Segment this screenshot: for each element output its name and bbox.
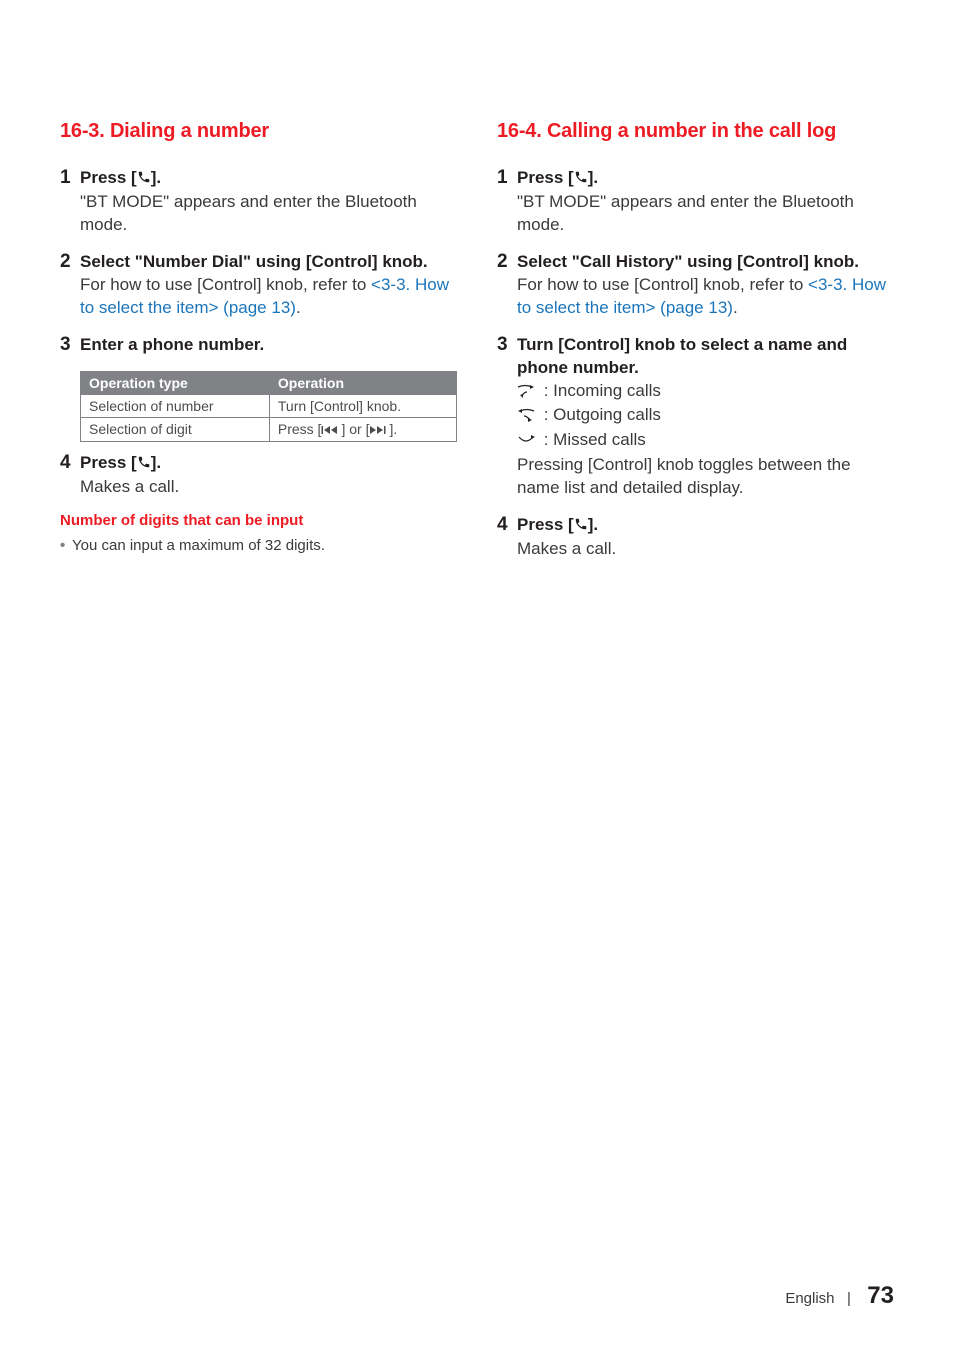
operation-table: Operation type Operation Selection of nu… (80, 371, 457, 442)
step-body: Press []. Makes a call. (80, 452, 457, 499)
step-normal-post: . (296, 298, 301, 317)
step-bold: Enter a phone number. (80, 335, 264, 354)
phone-icon (574, 168, 588, 191)
step-bold-pre: Press [ (517, 168, 574, 187)
step-bold-post: ]. (588, 515, 598, 534)
step-1-right: 1 Press []. "BT MODE" appears and enter … (497, 167, 894, 237)
step-bold-pre: Press [ (517, 515, 574, 534)
step-body: Enter a phone number. (80, 334, 457, 357)
step-number: 1 (497, 167, 517, 190)
call-type-line: : Incoming calls (517, 381, 661, 400)
page-footer: English | 73 (785, 1282, 894, 1310)
table-header: Operation type (81, 371, 270, 394)
step-body: Press []. "BT MODE" appears and enter th… (80, 167, 457, 237)
step-bold: Select "Number Dial" using [Control] kno… (80, 252, 428, 271)
step-number: 1 (60, 167, 80, 190)
step-normal-pre: For how to use [Control] knob, refer to (517, 275, 808, 294)
table-row: Selection of digit Press [] or []. (81, 417, 457, 441)
incoming-call-icon (517, 382, 535, 405)
table-cell: Turn [Control] knob. (269, 394, 456, 417)
step-normal: "BT MODE" appears and enter the Bluetoot… (80, 192, 417, 234)
call-type-line: : Outgoing calls (517, 405, 661, 424)
step-bold-post: ]. (151, 453, 161, 472)
call-type-line: : Missed calls (517, 430, 646, 449)
table-row: Selection of number Turn [Control] knob. (81, 394, 457, 417)
table-cell: Press [] or []. (269, 417, 456, 441)
step-number: 4 (60, 452, 80, 475)
right-column: 16-4. Calling a number in the call log 1… (497, 120, 894, 575)
missed-label: : Missed calls (539, 430, 646, 449)
step-number: 3 (497, 334, 517, 357)
footer-lang: English (785, 1290, 834, 1307)
step-bold-post: ]. (588, 168, 598, 187)
step-normal-pre: For how to use [Control] knob, refer to (80, 275, 371, 294)
step-bold-pre: Press [ (80, 168, 137, 187)
step-body: Press []. Makes a call. (517, 514, 894, 561)
step-normal: Makes a call. (80, 477, 179, 496)
incoming-label: : Incoming calls (539, 381, 661, 400)
step-body: Select "Call History" using [Control] kn… (517, 251, 894, 320)
phone-icon (137, 453, 151, 476)
step-number: 4 (497, 514, 517, 537)
phone-icon (137, 168, 151, 191)
step-2-left: 2 Select "Number Dial" using [Control] k… (60, 251, 457, 320)
section-title-dialing: 16-3. Dialing a number (60, 120, 457, 143)
step-normal-tail: Pressing [Control] knob toggles between … (517, 455, 851, 497)
step-4-right: 4 Press []. Makes a call. (497, 514, 894, 561)
outgoing-call-icon (517, 406, 535, 429)
note-title: Number of digits that can be input (60, 512, 457, 529)
step-3-left: 3 Enter a phone number. (60, 334, 457, 357)
note-bullet: You can input a maximum of 32 digits. (60, 535, 457, 556)
page-number: 73 (867, 1282, 894, 1309)
step-normal: Makes a call. (517, 539, 616, 558)
step-1-left: 1 Press []. "BT MODE" appears and enter … (60, 167, 457, 237)
left-column: 16-3. Dialing a number 1 Press []. "BT M… (60, 120, 457, 575)
step-3-right: 3 Turn [Control] knob to select a name a… (497, 334, 894, 501)
step-body: Turn [Control] knob to select a name and… (517, 334, 894, 501)
step-bold-post: ]. (151, 168, 161, 187)
missed-call-icon (517, 431, 535, 454)
table-cell: Selection of number (81, 394, 270, 417)
step-normal: "BT MODE" appears and enter the Bluetoot… (517, 192, 854, 234)
step-number: 2 (497, 251, 517, 274)
section-title-calllog: 16-4. Calling a number in the call log (497, 120, 894, 143)
table-cell: Selection of digit (81, 417, 270, 441)
prev-track-icon (321, 422, 341, 438)
next-track-icon (369, 422, 389, 438)
phone-icon (574, 515, 588, 538)
step-body: Select "Number Dial" using [Control] kno… (80, 251, 457, 320)
step-body: Press []. "BT MODE" appears and enter th… (517, 167, 894, 237)
footer-sep: | (847, 1290, 851, 1307)
table-header: Operation (269, 371, 456, 394)
step-bold: Select "Call History" using [Control] kn… (517, 252, 859, 271)
step-number: 3 (60, 334, 80, 357)
step-4-left: 4 Press []. Makes a call. (60, 452, 457, 499)
step-bold: Turn [Control] knob to select a name and… (517, 335, 847, 377)
outgoing-label: : Outgoing calls (539, 405, 661, 424)
step-normal-post: . (733, 298, 738, 317)
step-number: 2 (60, 251, 80, 274)
step-bold-pre: Press [ (80, 453, 137, 472)
step-2-right: 2 Select "Call History" using [Control] … (497, 251, 894, 320)
